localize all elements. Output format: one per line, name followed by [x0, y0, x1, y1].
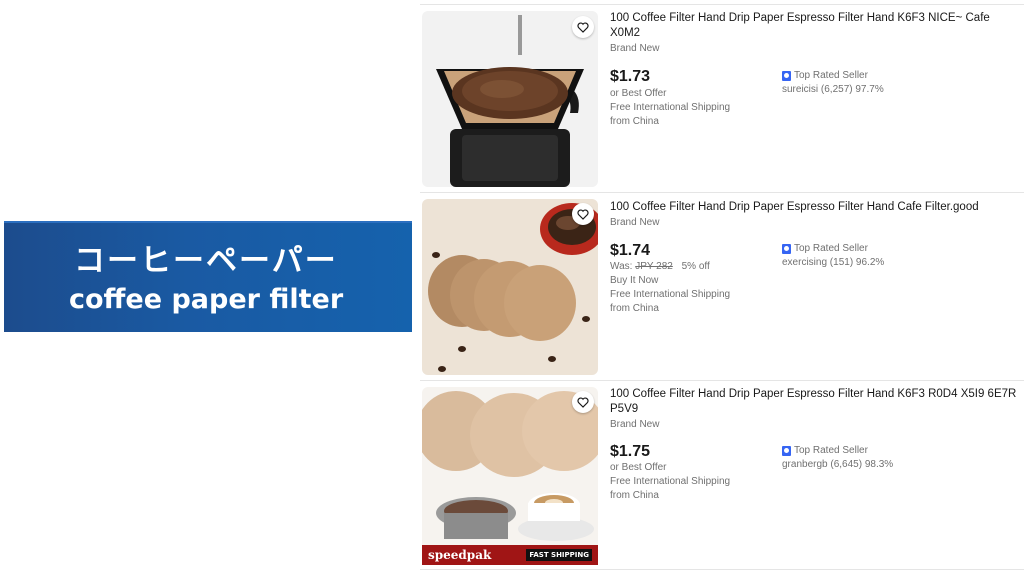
- listing-item[interactable]: speedpak FAST SHIPPING 100 Coffee Filter…: [420, 384, 1024, 566]
- seller-name-feedback: granbergb (6,645) 98.3%: [782, 459, 894, 470]
- title-banner: コーヒーペーパー coffee paper filter: [4, 221, 412, 332]
- offer-text: or Best Offer: [610, 88, 667, 99]
- seller-info: Top Rated Seller sureicisi (6,257) 97.7%: [782, 69, 884, 97]
- listing-price: $1.74: [610, 242, 651, 259]
- top-rated-seller: Top Rated Seller: [782, 242, 884, 256]
- search-results-list: 100 Coffee Filter Hand Drip Paper Espres…: [420, 0, 1024, 573]
- was-label: Was:: [610, 261, 633, 272]
- was-price-row: Was: JPY 282 5% off: [610, 260, 730, 274]
- fast-shipping-tag: FAST SHIPPING: [526, 549, 592, 561]
- listing-condition: Brand New: [610, 419, 660, 430]
- divider: [420, 4, 1024, 5]
- listing-condition: Brand New: [610, 43, 660, 54]
- shipping-text: Free International Shipping: [610, 102, 731, 113]
- listing-item[interactable]: 100 Coffee Filter Hand Drip Paper Espres…: [420, 8, 1024, 190]
- product-image[interactable]: [422, 11, 598, 187]
- listing-details: Was: JPY 282 5% off Buy It Now Free Inte…: [610, 260, 730, 316]
- listing-title[interactable]: 100 Coffee Filter Hand Drip Paper Espres…: [610, 11, 1020, 41]
- top-rated-seller-icon: [782, 71, 791, 81]
- listing-title[interactable]: 100 Coffee Filter Hand Drip Paper Espres…: [610, 200, 1020, 215]
- divider: [420, 192, 1024, 193]
- heart-icon: [577, 21, 589, 33]
- speedpak-label: speedpak: [428, 548, 492, 562]
- shipping-text: Free International Shipping: [610, 476, 731, 487]
- listing-details: or Best Offer Free International Shippin…: [610, 87, 730, 129]
- heart-icon: [577, 396, 589, 408]
- location-text: from China: [610, 116, 659, 127]
- top-rated-seller-label: Top Rated Seller: [794, 70, 868, 81]
- listing-price: $1.73: [610, 68, 651, 85]
- top-rated-seller-label: Top Rated Seller: [794, 243, 868, 254]
- buy-it-now-text: Buy It Now: [610, 275, 659, 286]
- watch-heart-button[interactable]: [572, 16, 594, 38]
- top-rated-seller-icon: [782, 244, 791, 254]
- listing-item[interactable]: 100 Coffee Filter Hand Drip Paper Espres…: [420, 196, 1024, 378]
- discount-text: 5% off: [681, 261, 710, 272]
- listing-condition: Brand New: [610, 217, 660, 228]
- shipping-text: Free International Shipping: [610, 289, 731, 300]
- offer-text: or Best Offer: [610, 462, 667, 473]
- banner-japanese-title: コーヒーペーパー: [74, 243, 338, 279]
- banner-top-rule: [4, 221, 412, 223]
- was-price: JPY 282: [635, 261, 673, 272]
- top-rated-seller: Top Rated Seller: [782, 69, 884, 83]
- location-text: from China: [610, 490, 659, 501]
- listing-details: or Best Offer Free International Shippin…: [610, 461, 730, 503]
- listing-title[interactable]: 100 Coffee Filter Hand Drip Paper Espres…: [610, 387, 1020, 417]
- paper-filters-image: [422, 199, 598, 375]
- product-image[interactable]: [422, 387, 598, 563]
- filters-and-cup-image: [422, 387, 598, 563]
- location-text: from China: [610, 303, 659, 314]
- divider: [420, 380, 1024, 381]
- seller-info: Top Rated Seller granbergb (6,645) 98.3%: [782, 444, 893, 472]
- top-rated-seller-label: Top Rated Seller: [794, 445, 868, 456]
- banner-english-title: coffee paper filter: [69, 284, 344, 315]
- product-image[interactable]: [422, 199, 598, 375]
- seller-name-feedback: sureicisi (6,257) 97.7%: [782, 84, 884, 95]
- top-rated-seller-icon: [782, 446, 791, 456]
- seller-name-feedback: exercising (151) 96.2%: [782, 257, 885, 268]
- watch-heart-button[interactable]: [572, 391, 594, 413]
- seller-info: Top Rated Seller exercising (151) 96.2%: [782, 242, 884, 270]
- divider: [420, 569, 1024, 570]
- top-rated-seller: Top Rated Seller: [782, 444, 893, 458]
- listing-price: $1.75: [610, 443, 651, 460]
- watch-heart-button[interactable]: [572, 203, 594, 225]
- speedpak-banner: speedpak FAST SHIPPING: [422, 545, 598, 565]
- heart-icon: [577, 208, 589, 220]
- coffee-dripper-image: [422, 11, 598, 187]
